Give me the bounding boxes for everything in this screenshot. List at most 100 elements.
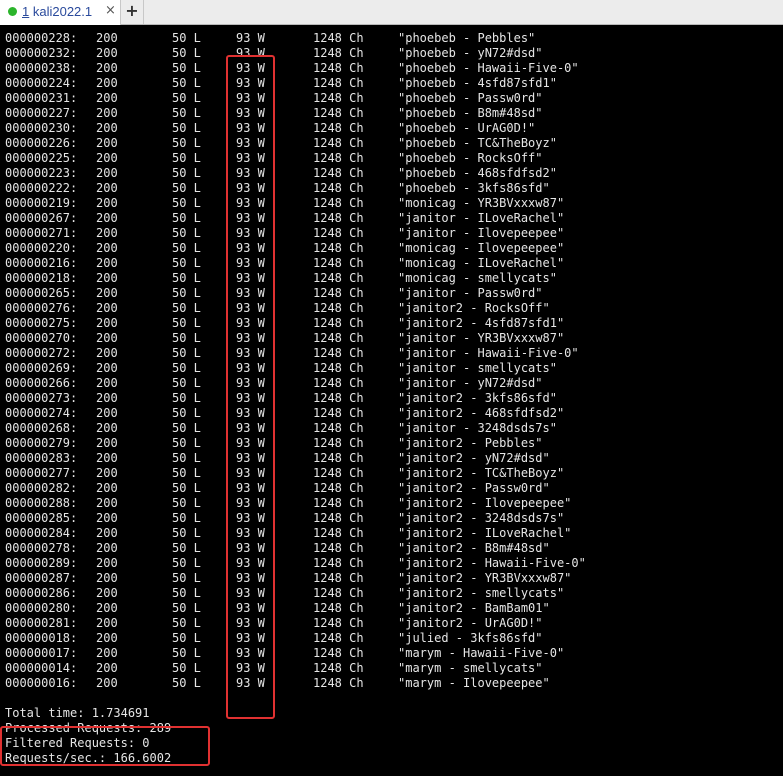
row-id: 000000280: (5, 601, 78, 615)
row-id: 000000286: (5, 586, 78, 600)
row-chars: 1248 Ch (313, 106, 364, 120)
row-response: 200 (96, 226, 118, 240)
row-payload: "monicag - Ilovepeepee" (398, 241, 565, 255)
row-payload: "janitor - YR3BVxxxw87" (398, 331, 565, 345)
row-lines: 50 L (172, 301, 201, 315)
table-row: 000000230: 200 50 L 93 W 1248 Ch "phoebeb - U… (0, 121, 783, 136)
row-id: 000000014: (5, 661, 78, 675)
table-row: 000000017: 200 50 L 93 W 1248 Ch "marym - Haw… (0, 646, 783, 661)
row-chars: 1248 Ch (313, 661, 364, 675)
row-payload: "phoebeb - Hawaii-Five-0" (398, 61, 579, 75)
table-row: 000000286: 200 50 L 93 W 1248 Ch "janitor2 - … (0, 586, 783, 601)
add-tab-button[interactable]: + (121, 0, 144, 24)
row-chars: 1248 Ch (313, 391, 364, 405)
row-response: 200 (96, 316, 118, 330)
row-chars: 1248 Ch (313, 256, 364, 270)
table-row: 000000218: 200 50 L 93 W 1248 Ch "monicag - s… (0, 271, 783, 286)
row-payload: "janitor2 - Hawaii-Five-0" (398, 556, 586, 570)
row-id: 000000267: (5, 211, 78, 225)
row-chars: 1248 Ch (313, 631, 364, 645)
table-row: 000000231: 200 50 L 93 W 1248 Ch "phoebeb - P… (0, 91, 783, 106)
row-id: 000000218: (5, 271, 78, 285)
row-chars: 1248 Ch (313, 181, 364, 195)
row-chars: 1248 Ch (313, 46, 364, 60)
table-row: 000000223: 200 50 L 93 W 1248 Ch "phoebeb - 4… (0, 166, 783, 181)
row-id: 000000220: (5, 241, 78, 255)
row-chars: 1248 Ch (313, 166, 364, 180)
row-chars: 1248 Ch (313, 31, 364, 45)
row-lines: 50 L (172, 271, 201, 285)
row-chars: 1248 Ch (313, 481, 364, 495)
table-row: 000000270: 200 50 L 93 W 1248 Ch "janitor - Y… (0, 331, 783, 346)
row-payload: "phoebeb - 3kfs86sfd" (398, 181, 550, 195)
row-id: 000000224: (5, 76, 78, 90)
table-row: 000000275: 200 50 L 93 W 1248 Ch "janitor2 - … (0, 316, 783, 331)
row-response: 200 (96, 46, 118, 60)
summary-highlight (0, 726, 210, 766)
row-response: 200 (96, 76, 118, 90)
table-row: 000000282: 200 50 L 93 W 1248 Ch "janitor2 - … (0, 481, 783, 496)
row-chars: 1248 Ch (313, 211, 364, 225)
row-payload: "janitor2 - YR3BVxxxw87" (398, 571, 572, 585)
row-payload: "janitor - yN72#dsd" (398, 376, 543, 390)
row-lines: 50 L (172, 511, 201, 525)
table-row: 000000266: 200 50 L 93 W 1248 Ch "janitor - y… (0, 376, 783, 391)
row-chars: 1248 Ch (313, 331, 364, 345)
tab-label: 1 kali2022.1 (22, 4, 92, 19)
row-id: 000000230: (5, 121, 78, 135)
table-row: 000000265: 200 50 L 93 W 1248 Ch "janitor - P… (0, 286, 783, 301)
row-chars: 1248 Ch (313, 316, 364, 330)
row-chars: 1248 Ch (313, 466, 364, 480)
tab-bar: 1 kali2022.1 × + (0, 0, 783, 25)
table-row: 000000276: 200 50 L 93 W 1248 Ch "janitor2 - … (0, 301, 783, 316)
row-id: 000000222: (5, 181, 78, 195)
table-row: 000000278: 200 50 L 93 W 1248 Ch "janitor2 - … (0, 541, 783, 556)
table-row: 000000280: 200 50 L 93 W 1248 Ch "janitor2 - … (0, 601, 783, 616)
row-chars: 1248 Ch (313, 196, 364, 210)
row-payload: "monicag - smellycats" (398, 271, 557, 285)
row-lines: 50 L (172, 211, 201, 225)
row-response: 200 (96, 646, 118, 660)
row-response: 200 (96, 286, 118, 300)
row-lines: 50 L (172, 256, 201, 270)
row-payload: "monicag - ILoveRachel" (398, 256, 565, 270)
row-id: 000000216: (5, 256, 78, 270)
row-lines: 50 L (172, 316, 201, 330)
row-payload: "janitor - Hawaii-Five-0" (398, 346, 579, 360)
tab-kali2022[interactable]: 1 kali2022.1 × (0, 0, 121, 25)
row-response: 200 (96, 91, 118, 105)
row-response: 200 (96, 511, 118, 525)
row-lines: 50 L (172, 676, 201, 690)
table-row: 000000220: 200 50 L 93 W 1248 Ch "monicag - I… (0, 241, 783, 256)
row-lines: 50 L (172, 136, 201, 150)
table-row: 000000269: 200 50 L 93 W 1248 Ch "janitor - s… (0, 361, 783, 376)
table-row: 000000285: 200 50 L 93 W 1248 Ch "janitor2 - … (0, 511, 783, 526)
row-response: 200 (96, 256, 118, 270)
row-payload: "janitor2 - TC&TheBoyz" (398, 466, 565, 480)
close-icon[interactable]: × (105, 3, 116, 18)
row-words: 93 W (236, 31, 265, 45)
row-response: 200 (96, 571, 118, 585)
row-lines: 50 L (172, 106, 201, 120)
row-response: 200 (96, 181, 118, 195)
row-id: 000000289: (5, 556, 78, 570)
row-lines: 50 L (172, 466, 201, 480)
row-chars: 1248 Ch (313, 526, 364, 540)
row-lines: 50 L (172, 76, 201, 90)
row-lines: 50 L (172, 526, 201, 540)
row-lines: 50 L (172, 601, 201, 615)
row-id: 000000272: (5, 346, 78, 360)
row-chars: 1248 Ch (313, 646, 364, 660)
row-response: 200 (96, 676, 118, 690)
row-id: 000000225: (5, 151, 78, 165)
terminal-output[interactable]: 000000228: 200 50 L 93 W 1248 Ch "phoebeb - P… (0, 26, 783, 776)
row-response: 200 (96, 331, 118, 345)
row-id: 000000266: (5, 376, 78, 390)
row-id: 000000285: (5, 511, 78, 525)
row-payload: "phoebeb - Pebbles" (398, 31, 536, 45)
row-id: 000000265: (5, 286, 78, 300)
row-lines: 50 L (172, 571, 201, 585)
row-payload: "marym - Hawaii-Five-0" (398, 646, 565, 660)
row-id: 000000275: (5, 316, 78, 330)
row-lines: 50 L (172, 181, 201, 195)
